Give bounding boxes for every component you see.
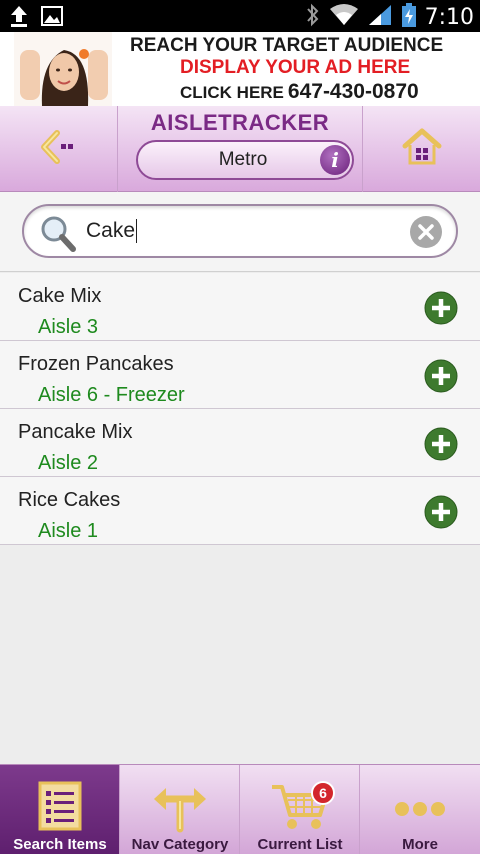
signal-icon: [367, 3, 393, 32]
search-results-list: Cake Mix Aisle 3 Frozen Pancakes Aisle 6…: [0, 273, 480, 545]
plus-circle-icon: [424, 359, 458, 393]
ad-cta-text: CLICK HERE: [180, 83, 284, 102]
search-input[interactable]: Cake: [22, 204, 458, 258]
clear-search-button[interactable]: [410, 216, 442, 248]
list-icon: [30, 779, 90, 835]
status-bar: 7:10: [0, 0, 480, 32]
plus-circle-icon: [424, 427, 458, 461]
battery-charging-icon: [401, 2, 417, 33]
cart-count-badge: 6: [311, 781, 335, 805]
image-icon: [40, 4, 64, 33]
item-name: Cake Mix: [18, 285, 102, 307]
tab-nav-category[interactable]: Nav Category: [120, 765, 240, 854]
item-name: Frozen Pancakes: [18, 353, 174, 375]
home-button[interactable]: [362, 106, 480, 192]
search-query-text: Cake: [86, 219, 136, 242]
back-arrow-icon: [40, 129, 77, 169]
plus-circle-icon: [424, 495, 458, 529]
ad-banner[interactable]: REACH YOUR TARGET AUDIENCE DISPLAY YOUR …: [0, 32, 480, 106]
list-item[interactable]: Pancake Mix Aisle 2: [0, 409, 480, 477]
wifi-icon: [329, 3, 359, 32]
list-item[interactable]: Frozen Pancakes Aisle 6 - Freezer: [0, 341, 480, 409]
back-button[interactable]: [0, 106, 118, 192]
upload-icon: [8, 4, 30, 33]
add-item-button[interactable]: [424, 291, 458, 325]
search-input-value: Cake: [86, 206, 138, 256]
ad-phone-number: 647-430-0870: [287, 80, 419, 103]
store-name: Metro: [218, 149, 268, 170]
search-icon: [38, 214, 78, 254]
bottom-navigation: Search Items Nav Category 6 Current List: [0, 764, 480, 854]
home-icon: [402, 128, 442, 171]
info-icon[interactable]: i: [320, 145, 350, 175]
tab-label: More: [402, 836, 438, 853]
add-item-button[interactable]: [424, 359, 458, 393]
tab-label: Nav Category: [131, 836, 229, 853]
item-aisle: Aisle 6 - Freezer: [38, 384, 185, 406]
item-aisle: Aisle 1: [38, 520, 99, 542]
tab-current-list[interactable]: 6 Current List: [240, 765, 360, 854]
item-name: Pancake Mix: [18, 421, 133, 443]
search-area: Cake: [0, 192, 480, 272]
app-title: AISLETRACKER: [150, 110, 330, 135]
directions-icon: [150, 779, 210, 835]
store-selector[interactable]: Metro i: [136, 140, 354, 180]
ad-subheadline: DISPLAY YOUR AD HERE: [180, 57, 411, 78]
add-item-button[interactable]: [424, 427, 458, 461]
bluetooth-icon: [305, 2, 321, 33]
tab-more[interactable]: More: [360, 765, 480, 854]
plus-circle-icon: [424, 291, 458, 325]
item-aisle: Aisle 2: [38, 452, 99, 474]
tab-search-items[interactable]: Search Items: [0, 765, 120, 854]
add-item-button[interactable]: [424, 495, 458, 529]
tab-label: Current List: [257, 836, 343, 853]
more-dots-icon: [390, 779, 450, 835]
ad-model-image: [14, 32, 112, 106]
text-cursor: [136, 219, 138, 244]
app-header: AISLETRACKER Metro i: [0, 106, 480, 192]
item-aisle: Aisle 3: [38, 316, 99, 338]
item-name: Rice Cakes: [18, 489, 121, 511]
list-item[interactable]: Rice Cakes Aisle 1: [0, 477, 480, 545]
tab-label: Search Items: [13, 836, 107, 853]
close-icon: [410, 224, 442, 252]
ad-headline: REACH YOUR TARGET AUDIENCE: [130, 35, 444, 56]
ad-call-to-action: CLICK HERE 647-430-0870: [180, 80, 419, 104]
list-item[interactable]: Cake Mix Aisle 3: [0, 273, 480, 341]
clock-time: 7:10: [424, 5, 474, 30]
